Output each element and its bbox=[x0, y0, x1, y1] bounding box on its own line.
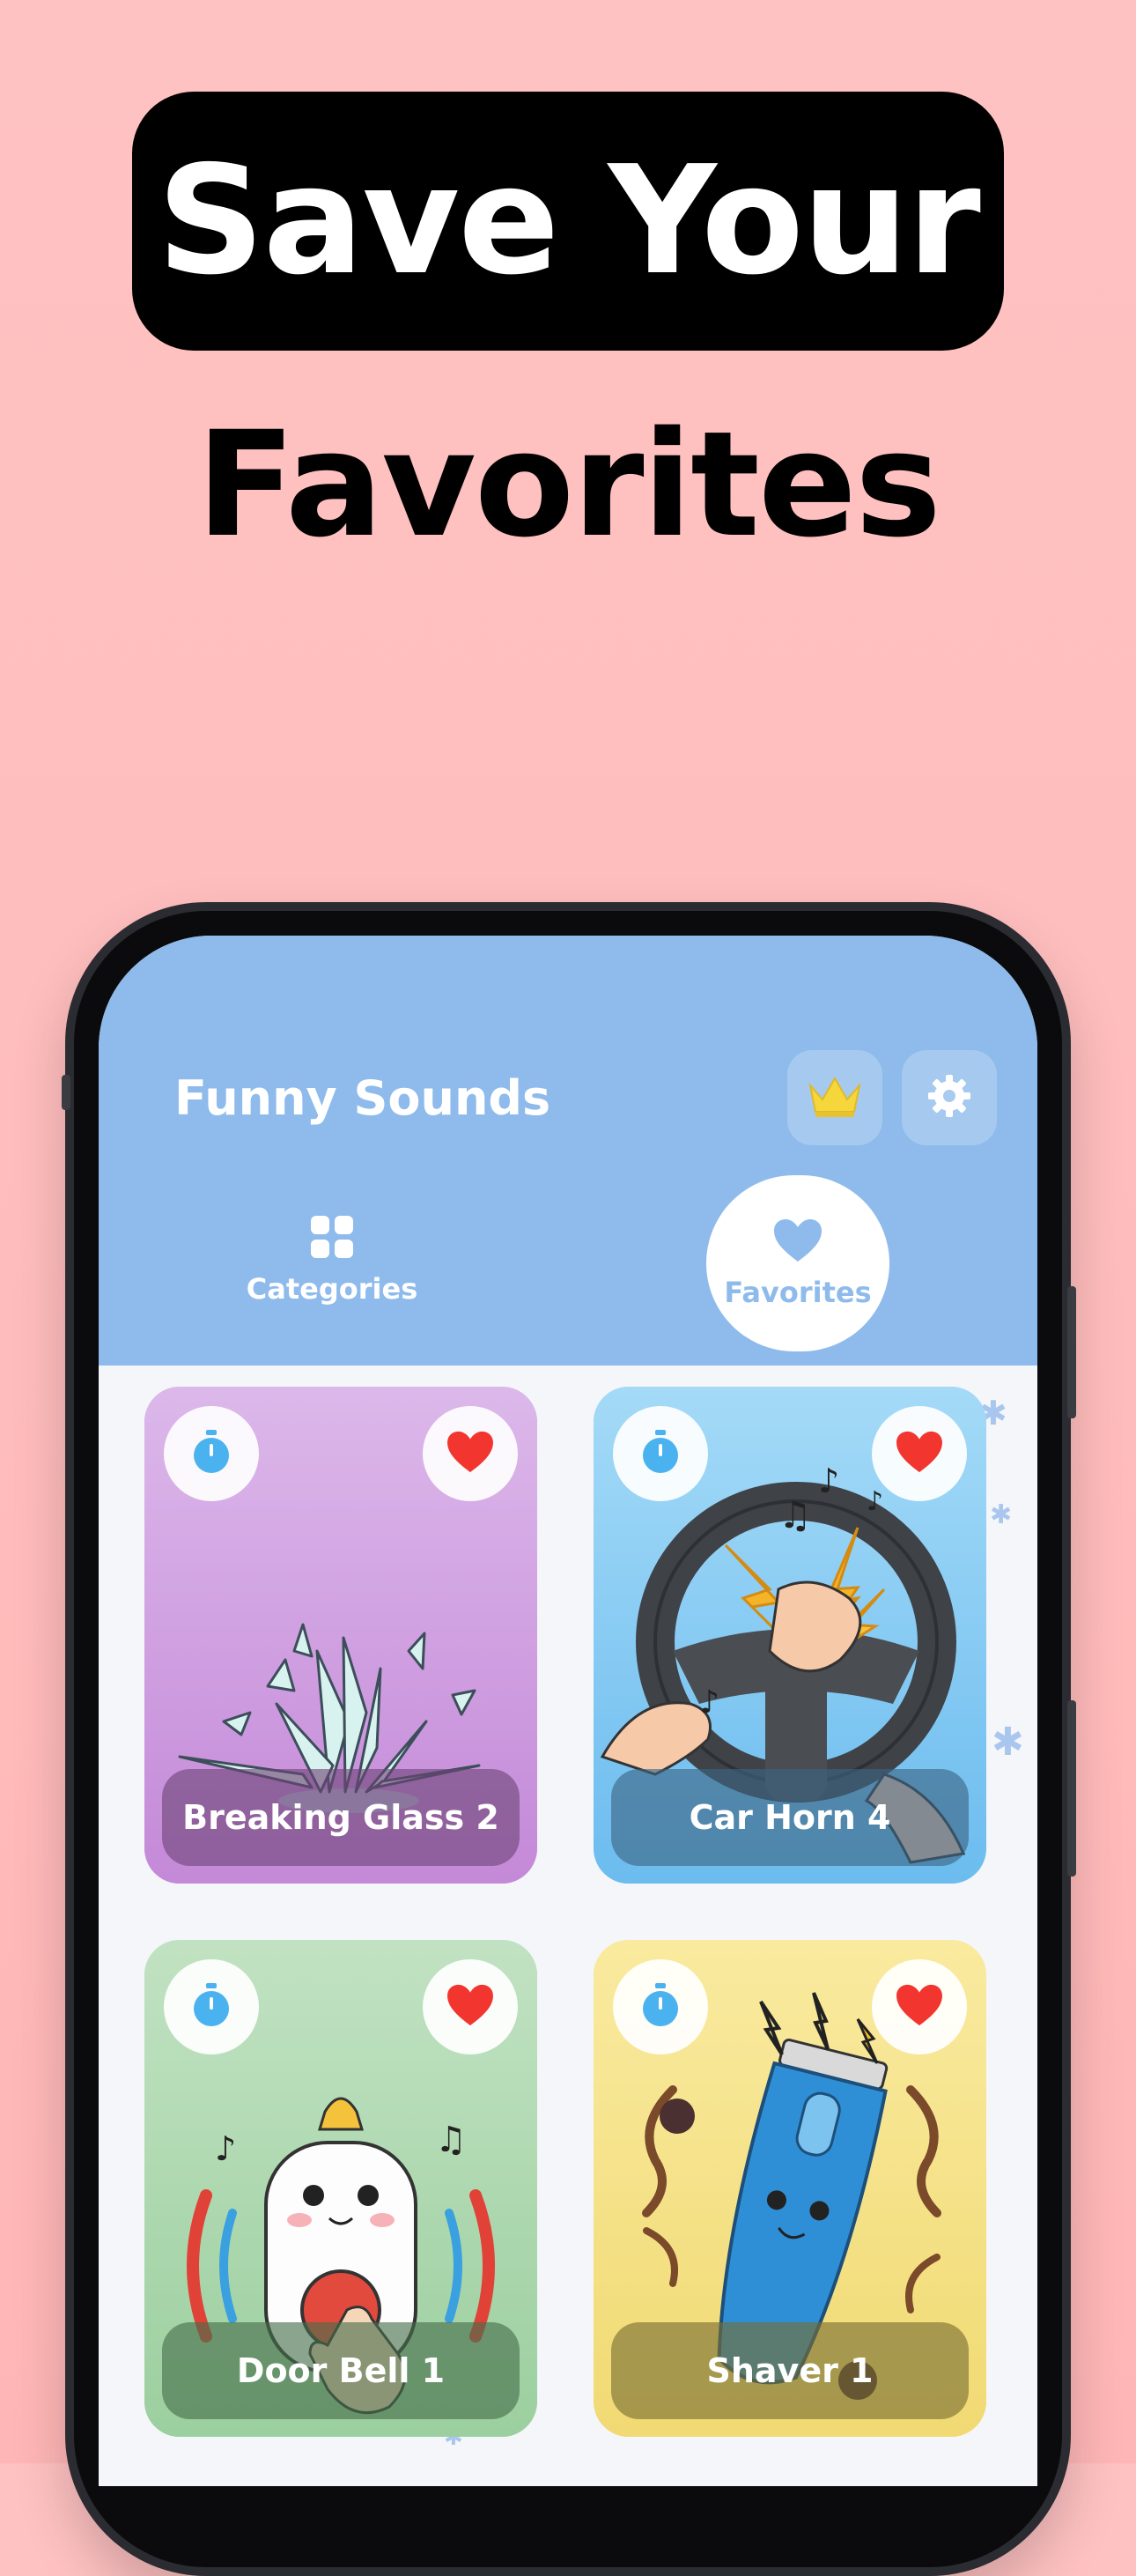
phone-side-button bbox=[1067, 1286, 1076, 1418]
tab-favorites[interactable]: Favorites bbox=[706, 1175, 889, 1351]
sound-card[interactable]: ♪ ♫ ♪ ♪ Car Horn 4 bbox=[594, 1387, 986, 1884]
app-title: Funny Sounds bbox=[174, 1070, 551, 1126]
settings-button[interactable] bbox=[902, 1050, 997, 1145]
sound-card[interactable]: Breaking Glass 2 bbox=[144, 1387, 537, 1884]
heart-icon bbox=[895, 1983, 944, 2031]
sound-card-label: Car Horn 4 bbox=[611, 1769, 969, 1866]
favorite-button[interactable] bbox=[423, 1406, 518, 1501]
stopwatch-icon bbox=[189, 1428, 233, 1479]
tab-categories-label: Categories bbox=[246, 1272, 418, 1306]
crown-icon bbox=[807, 1073, 863, 1122]
sound-card-label: Shaver 1 bbox=[611, 2322, 969, 2419]
stopwatch-icon bbox=[638, 1981, 682, 2032]
stopwatch-icon bbox=[189, 1981, 233, 2032]
svg-text:♫: ♫ bbox=[778, 1493, 812, 1536]
svg-text:♪: ♪ bbox=[818, 1462, 839, 1500]
grid-icon bbox=[309, 1214, 355, 1263]
tab-favorites-label: Favorites bbox=[724, 1276, 872, 1309]
heart-icon bbox=[446, 1430, 495, 1477]
heart-icon bbox=[772, 1218, 823, 1267]
heart-icon bbox=[895, 1430, 944, 1477]
headline: Save Your Favorites bbox=[0, 0, 1136, 617]
sound-card[interactable]: ♪ ♫ Door Bell 1 bbox=[144, 1940, 537, 2437]
sound-card-label: Breaking Glass 2 bbox=[162, 1769, 520, 1866]
tab-categories[interactable]: Categories bbox=[240, 1172, 424, 1348]
app-screen: Funny Sounds Categories Favorites ✱ ✱ ✱ … bbox=[99, 936, 1037, 2486]
timer-button[interactable] bbox=[164, 1959, 259, 2054]
svg-text:♪: ♪ bbox=[699, 1684, 719, 1721]
app-header: Funny Sounds Categories Favorites bbox=[99, 936, 1037, 1366]
svg-text:♫: ♫ bbox=[435, 2120, 467, 2160]
phone-side-button bbox=[1067, 1700, 1076, 1876]
premium-button[interactable] bbox=[787, 1050, 882, 1145]
timer-button[interactable] bbox=[164, 1406, 259, 1501]
headline-line-2: Favorites bbox=[195, 400, 941, 569]
heart-icon bbox=[446, 1983, 495, 2031]
svg-text:♪: ♪ bbox=[215, 2129, 236, 2168]
favorite-button[interactable] bbox=[872, 1959, 967, 2054]
gear-icon bbox=[925, 1071, 974, 1124]
timer-button[interactable] bbox=[613, 1406, 708, 1501]
sparkle-decoration: ✱ bbox=[990, 1499, 1013, 1530]
favorite-button[interactable] bbox=[872, 1406, 967, 1501]
sound-card-label: Door Bell 1 bbox=[162, 2322, 520, 2419]
timer-button[interactable] bbox=[613, 1959, 708, 2054]
stopwatch-icon bbox=[638, 1428, 682, 1479]
favorite-button[interactable] bbox=[423, 1959, 518, 2054]
svg-text:♪: ♪ bbox=[867, 1486, 883, 1517]
sound-card[interactable]: Shaver 1 bbox=[594, 1940, 986, 2437]
headline-line-1: Save Your bbox=[157, 134, 981, 308]
sparkle-decoration: ✱ bbox=[992, 1720, 1024, 1765]
phone-side-button bbox=[62, 1075, 70, 1110]
